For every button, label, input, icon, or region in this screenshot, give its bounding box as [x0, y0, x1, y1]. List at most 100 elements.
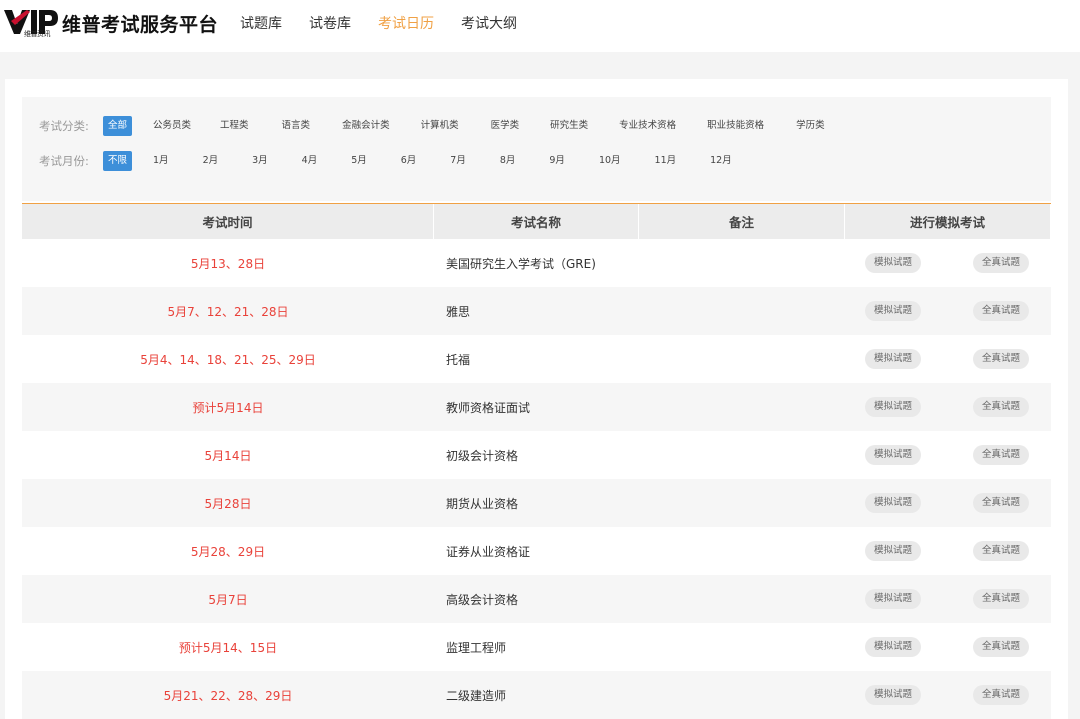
- table-row: 5月7日 高级会计资格 模拟试题 全真试题: [22, 575, 1051, 623]
- category-chip-finance-accounting[interactable]: 金融会计类: [337, 116, 395, 136]
- exam-name-cell: 初级会计资格: [446, 448, 519, 463]
- real-questions-button[interactable]: 全真试题: [972, 445, 1029, 465]
- exam-actions-cell: 模拟试题 全真试题: [845, 301, 1051, 321]
- real-questions-button[interactable]: 全真试题: [972, 589, 1029, 609]
- main-card: 考试分类: 全部 公务员类 工程类 语言类 金融会计类 计算机类 医学类 研究生…: [5, 79, 1068, 719]
- exam-actions-cell: 模拟试题 全真试题: [845, 685, 1051, 705]
- month-filter-row: 考试月份: 不限 1月 2月 3月 4月 5月 6月 7月 8月 9月 10月 …: [39, 150, 737, 172]
- exam-actions-cell: 模拟试题 全真试题: [845, 541, 1051, 561]
- category-chip-professional-qualification[interactable]: 专业技术资格: [614, 116, 681, 136]
- exam-actions-cell: 模拟试题 全真试题: [845, 253, 1051, 273]
- vip-logo[interactable]: 维普资讯 维普考试服务平台: [4, 0, 218, 52]
- table-row: 5月21、22、28、29日 二级建造师 模拟试题 全真试题: [22, 671, 1051, 719]
- mock-questions-button[interactable]: 模拟试题: [865, 397, 922, 417]
- mock-questions-button[interactable]: 模拟试题: [865, 253, 922, 273]
- month-chip-dec[interactable]: 12月: [705, 151, 737, 171]
- real-questions-button[interactable]: 全真试题: [972, 493, 1029, 513]
- exam-time-cell: 5月4、14、18、21、25、29日: [140, 352, 316, 367]
- table-header: 考试时间 考试名称 备注 进行模拟考试: [22, 203, 1051, 239]
- exam-time-cell: 5月28、29日: [190, 544, 266, 559]
- month-chip-any[interactable]: 不限: [103, 151, 133, 171]
- exam-time-cell: 5月7日: [208, 592, 248, 607]
- mock-questions-button[interactable]: 模拟试题: [865, 301, 922, 321]
- month-chip-aug[interactable]: 8月: [495, 151, 521, 171]
- main-nav: 试题库 试卷库 考试日历 考试大纲: [226, 13, 530, 33]
- category-chip-medical[interactable]: 医学类: [486, 116, 525, 136]
- mock-questions-button[interactable]: 模拟试题: [865, 493, 922, 513]
- category-filter-row: 考试分类: 全部 公务员类 工程类 语言类 金融会计类 计算机类 医学类 研究生…: [39, 115, 830, 137]
- exam-name-cell: 托福: [446, 352, 471, 367]
- exam-calendar-table: 考试时间 考试名称 备注 进行模拟考试 5月13、28日 美国研究生入学考试（GR…: [22, 203, 1051, 719]
- table-row: 5月28、29日 证券从业资格证 模拟试题 全真试题: [22, 527, 1051, 575]
- category-chip-postgraduate[interactable]: 研究生类: [545, 116, 593, 136]
- exam-actions-cell: 模拟试题 全真试题: [845, 445, 1051, 465]
- column-header-time: 考试时间: [22, 204, 434, 239]
- month-chip-feb[interactable]: 2月: [198, 151, 224, 171]
- table-row: 5月4、14、18、21、25、29日 托福 模拟试题 全真试题: [22, 335, 1051, 383]
- exam-time-cell: 5月13、28日: [190, 256, 266, 271]
- category-chip-civil-servant[interactable]: 公务员类: [148, 116, 196, 136]
- month-chip-mar[interactable]: 3月: [247, 151, 273, 171]
- exam-actions-cell: 模拟试题 全真试题: [845, 397, 1051, 417]
- month-filter-label: 考试月份:: [39, 154, 89, 168]
- mock-questions-button[interactable]: 模拟试题: [865, 685, 922, 705]
- category-chip-computer[interactable]: 计算机类: [416, 116, 464, 136]
- month-chip-jan[interactable]: 1月: [148, 151, 174, 171]
- exam-actions-cell: 模拟试题 全真试题: [845, 589, 1051, 609]
- nav-item-exam-syllabus[interactable]: 考试大纲: [461, 13, 517, 33]
- exam-name-cell: 证券从业资格证: [446, 544, 531, 559]
- mock-questions-button[interactable]: 模拟试题: [865, 637, 922, 657]
- exam-name-cell: 教师资格证面试: [446, 400, 531, 415]
- mock-questions-button[interactable]: 模拟试题: [865, 541, 922, 561]
- table-row: 5月28日 期货从业资格 模拟试题 全真试题: [22, 479, 1051, 527]
- table-row: 5月13、28日 美国研究生入学考试（GRE) 模拟试题 全真试题: [22, 239, 1051, 287]
- exam-actions-cell: 模拟试题 全真试题: [845, 637, 1051, 657]
- real-questions-button[interactable]: 全真试题: [972, 541, 1029, 561]
- top-header: 维普资讯 维普考试服务平台 试题库 试卷库 考试日历 考试大纲: [0, 0, 1080, 52]
- exam-time-cell: 预计5月14、15日: [178, 640, 278, 655]
- month-chip-sep[interactable]: 9月: [544, 151, 570, 171]
- vip-logo-mark: 维普资讯: [4, 6, 60, 40]
- category-chip-academic-degree[interactable]: 学历类: [791, 116, 830, 136]
- real-questions-button[interactable]: 全真试题: [972, 685, 1029, 705]
- exam-actions-cell: 模拟试题 全真试题: [845, 493, 1051, 513]
- real-questions-button[interactable]: 全真试题: [972, 253, 1029, 273]
- logo-subtitle: 维普资讯: [24, 30, 51, 38]
- exam-name-cell: 监理工程师: [446, 640, 507, 655]
- nav-item-paper-bank[interactable]: 试卷库: [309, 13, 351, 33]
- category-filter-label: 考试分类:: [39, 119, 89, 133]
- exam-time-cell: 5月28日: [204, 496, 252, 511]
- exam-name-cell: 二级建造师: [446, 688, 507, 703]
- table-body: 5月13、28日 美国研究生入学考试（GRE) 模拟试题 全真试题 5月7、12、21、…: [22, 239, 1051, 719]
- exam-time-cell: 预计5月14日: [192, 400, 264, 415]
- category-chip-vocational-qualification[interactable]: 职业技能资格: [702, 116, 769, 136]
- nav-item-exam-calendar[interactable]: 考试日历: [378, 13, 434, 33]
- mock-questions-button[interactable]: 模拟试题: [865, 445, 922, 465]
- exam-time-cell: 5月7、12、21、28日: [167, 304, 289, 319]
- table-row: 预计5月14、15日 监理工程师 模拟试题 全真试题: [22, 623, 1051, 671]
- table-row: 5月14日 初级会计资格 模拟试题 全真试题: [22, 431, 1051, 479]
- filter-panel: 考试分类: 全部 公务员类 工程类 语言类 金融会计类 计算机类 医学类 研究生…: [22, 97, 1051, 201]
- month-chip-oct[interactable]: 10月: [594, 151, 626, 171]
- real-questions-button[interactable]: 全真试题: [972, 637, 1029, 657]
- table-row: 5月7、12、21、28日 雅思 模拟试题 全真试题: [22, 287, 1051, 335]
- month-chip-may[interactable]: 5月: [346, 151, 372, 171]
- real-questions-button[interactable]: 全真试题: [972, 349, 1029, 369]
- exam-name-cell: 期货从业资格: [446, 496, 519, 511]
- real-questions-button[interactable]: 全真试题: [972, 301, 1029, 321]
- real-questions-button[interactable]: 全真试题: [972, 397, 1029, 417]
- month-chip-jun[interactable]: 6月: [396, 151, 422, 171]
- category-chip-language[interactable]: 语言类: [277, 116, 316, 136]
- month-chip-jul[interactable]: 7月: [445, 151, 471, 171]
- month-chip-apr[interactable]: 4月: [297, 151, 323, 171]
- category-chip-all[interactable]: 全部: [103, 116, 133, 136]
- category-chip-engineering[interactable]: 工程类: [215, 116, 254, 136]
- mock-questions-button[interactable]: 模拟试题: [865, 589, 922, 609]
- mock-questions-button[interactable]: 模拟试题: [865, 349, 922, 369]
- brand-title: 维普考试服务平台: [62, 13, 219, 36]
- column-header-note: 备注: [639, 204, 845, 239]
- column-header-mock-exam: 进行模拟考试: [845, 204, 1051, 239]
- exam-name-cell: 美国研究生入学考试（GRE): [446, 256, 596, 271]
- month-chip-nov[interactable]: 11月: [650, 151, 682, 171]
- nav-item-question-bank[interactable]: 试题库: [240, 13, 282, 33]
